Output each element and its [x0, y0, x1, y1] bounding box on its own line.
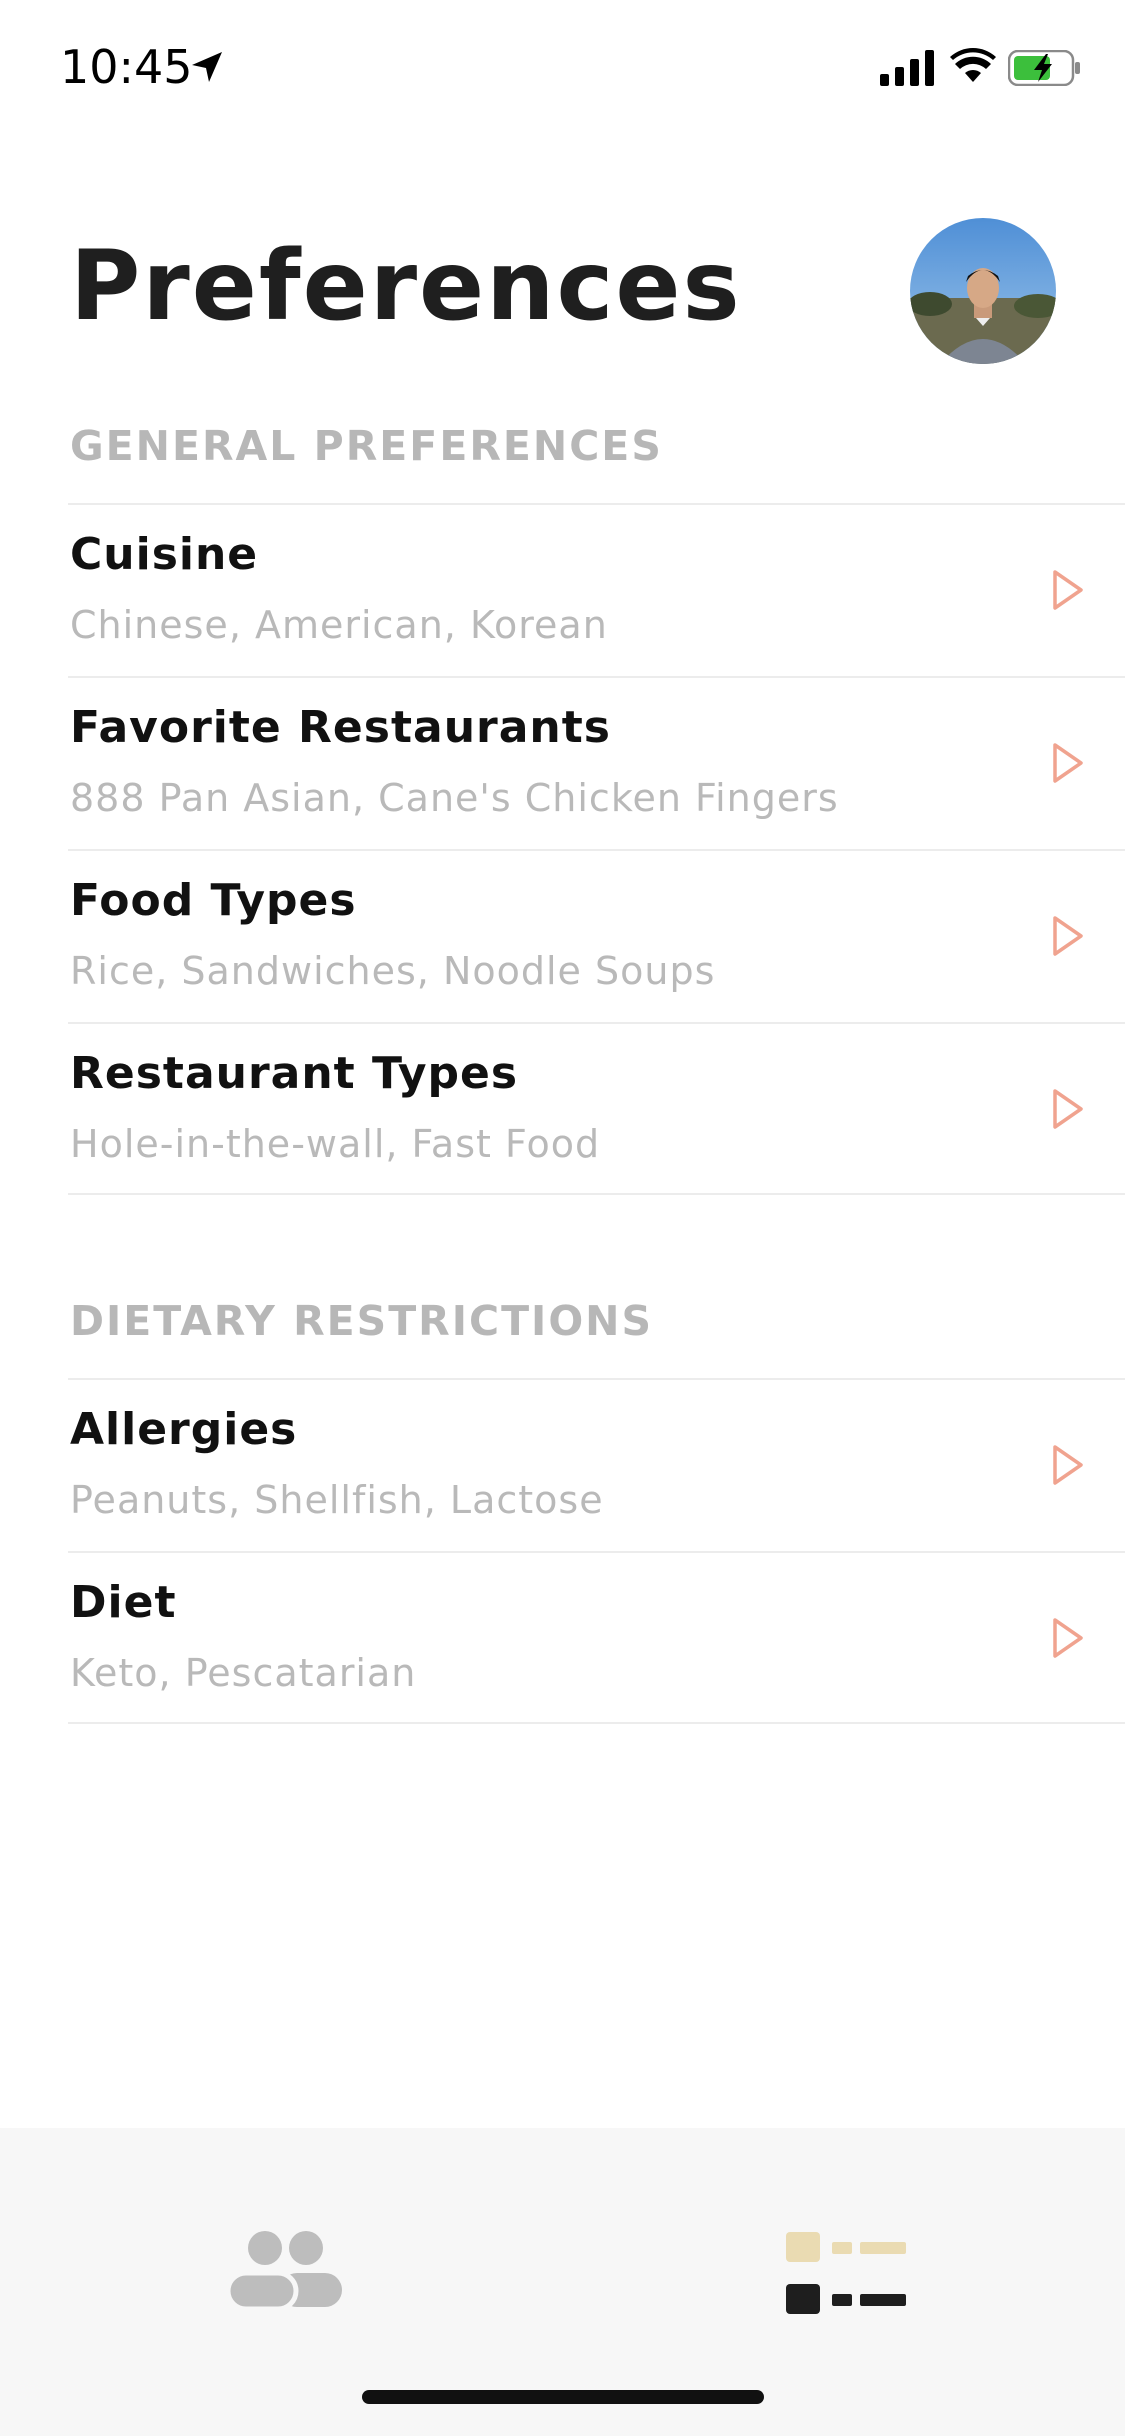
list-item-title: Allergies — [70, 1404, 298, 1455]
preferences-list-icon[interactable] — [786, 2232, 906, 2318]
play-arrow-icon — [1053, 916, 1083, 956]
list-item-diet[interactable]: Diet Keto, Pescatarian — [68, 1551, 1125, 1724]
avatar-photo — [910, 218, 1056, 364]
section-header-general: GENERAL PREFERENCES — [70, 422, 663, 470]
play-arrow-icon — [1053, 1618, 1083, 1658]
page-title: Preferences — [70, 230, 742, 342]
home-indicator[interactable] — [362, 2390, 764, 2404]
list-item-subtitle: 888 Pan Asian, Cane's Chicken Fingers — [70, 776, 839, 820]
battery-charging-icon — [1008, 50, 1080, 86]
status-time: 10:45 — [60, 40, 193, 94]
play-arrow-icon — [1053, 743, 1083, 783]
location-arrow-icon — [192, 52, 222, 82]
dietary-restrictions-list: Allergies Peanuts, Shellfish, Lactose Di… — [68, 1378, 1125, 1724]
wifi-icon — [950, 48, 996, 82]
list-item-subtitle: Chinese, American, Korean — [70, 603, 608, 647]
list-item-title: Cuisine — [70, 529, 259, 580]
play-arrow-icon — [1053, 570, 1083, 610]
play-arrow-icon — [1053, 1445, 1083, 1485]
play-arrow-icon — [1053, 1089, 1083, 1129]
list-item-title: Diet — [70, 1577, 177, 1628]
list-item-subtitle: Rice, Sandwiches, Noodle Soups — [70, 949, 716, 993]
list-item-food-types[interactable]: Food Types Rice, Sandwiches, Noodle Soup… — [68, 849, 1125, 1022]
list-item-cuisine[interactable]: Cuisine Chinese, American, Korean — [68, 503, 1125, 676]
list-item-title: Favorite Restaurants — [70, 702, 611, 753]
people-icon[interactable] — [228, 2228, 342, 2314]
list-item-allergies[interactable]: Allergies Peanuts, Shellfish, Lactose — [68, 1378, 1125, 1551]
list-item-restaurant-types[interactable]: Restaurant Types Hole-in-the-wall, Fast … — [68, 1022, 1125, 1195]
list-item-subtitle: Hole-in-the-wall, Fast Food — [70, 1122, 601, 1166]
list-item-subtitle: Peanuts, Shellfish, Lactose — [70, 1478, 604, 1522]
list-item-subtitle: Keto, Pescatarian — [70, 1651, 417, 1695]
status-bar: 10:45 — [0, 0, 1125, 135]
cellular-signal-icon — [880, 50, 934, 86]
list-item-title: Restaurant Types — [70, 1048, 519, 1099]
list-item-favorite-restaurants[interactable]: Favorite Restaurants 888 Pan Asian, Cane… — [68, 676, 1125, 849]
general-preferences-list: Cuisine Chinese, American, Korean Favori… — [68, 503, 1125, 1195]
section-header-dietary: DIETARY RESTRICTIONS — [70, 1297, 654, 1345]
avatar[interactable] — [910, 218, 1056, 364]
list-item-title: Food Types — [70, 875, 357, 926]
